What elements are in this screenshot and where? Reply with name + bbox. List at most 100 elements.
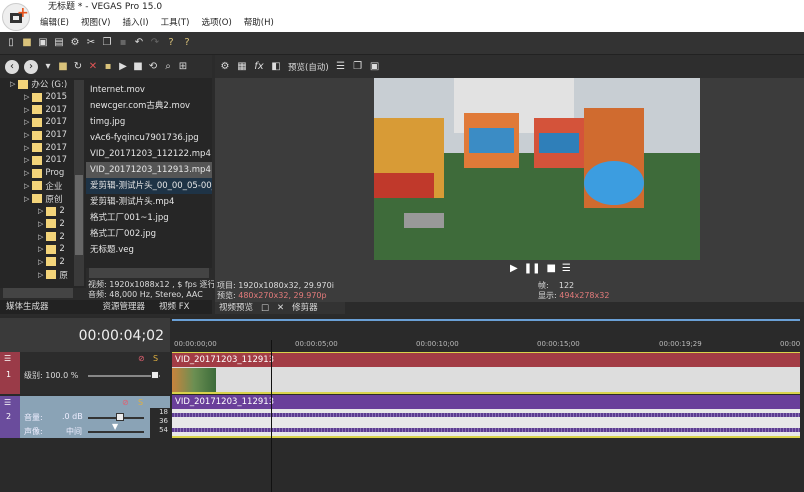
file-item[interactable]: 格式工厂001~1.jpg — [86, 210, 212, 226]
expand-icon[interactable]: ▷ — [24, 156, 29, 164]
audio-track-header[interactable]: ☰2 ⊘ S 音量: .0 dB 声像: 中间 ▼ 18 36 54 — [0, 396, 170, 438]
video-clip[interactable]: VID_20171203_112913 — [172, 352, 800, 394]
preview-quality-dropdown[interactable]: 预览(自动) — [288, 61, 329, 73]
expand-icon[interactable]: ▷ — [38, 245, 43, 253]
render-icon[interactable]: ▤ — [54, 38, 64, 48]
file-list-hscrollbar[interactable] — [89, 268, 209, 278]
playhead-cursor[interactable] — [271, 340, 272, 492]
expand-icon[interactable]: ▷ — [38, 271, 43, 279]
copy-icon[interactable]: ❐ — [102, 38, 112, 48]
up-folder-icon[interactable]: ■ — [58, 62, 68, 72]
back-icon[interactable]: ‹ — [5, 60, 19, 74]
overlays-icon[interactable]: ☰ — [336, 62, 346, 72]
expand-icon[interactable]: ▷ — [24, 182, 29, 190]
solo-icon[interactable]: S — [153, 354, 158, 363]
pan-slider-handle[interactable]: ▼ — [112, 422, 118, 431]
expand-icon[interactable]: ▷ — [24, 118, 29, 126]
tree-item-label: 2017 — [45, 130, 67, 140]
track-menu-icon[interactable]: ☰ — [4, 354, 11, 363]
menu-options[interactable]: 选项(O) — [201, 15, 231, 32]
mute-icon[interactable]: ⊘ — [122, 398, 129, 407]
mute-icon[interactable]: ⊘ — [138, 354, 145, 363]
tab-trimmer[interactable]: 修剪器 — [292, 302, 318, 314]
play-icon[interactable]: ▶ — [118, 62, 128, 72]
menu-icon[interactable]: ☰ — [562, 263, 571, 274]
file-item[interactable]: 格式工厂002.jpg — [86, 226, 212, 242]
track-menu-icon[interactable]: ☰ — [4, 398, 11, 407]
timeline-overview-bar[interactable] — [172, 319, 800, 321]
tree-hscrollbar[interactable] — [3, 288, 73, 298]
layout-icon[interactable]: ⊞ — [178, 62, 188, 72]
play-icon[interactable]: ▶ — [510, 263, 518, 274]
stop-icon[interactable]: ■ — [133, 62, 143, 72]
expand-icon[interactable]: ▷ — [24, 169, 29, 177]
fx-chain-icon[interactable]: ▦ — [237, 62, 247, 72]
menu-edit[interactable]: 编辑(E) — [40, 15, 69, 32]
delete-icon[interactable]: ✕ — [88, 62, 98, 72]
file-item[interactable]: VID_20171203_112122.mp4 — [86, 146, 212, 162]
forward-icon[interactable]: › — [24, 60, 38, 74]
tab-video-preview[interactable]: 视频预览 — [219, 302, 253, 314]
redo-icon[interactable]: ↷ — [150, 38, 160, 48]
expand-icon[interactable]: ▷ — [24, 93, 29, 101]
undo-icon[interactable]: ↶ — [134, 38, 144, 48]
save-snapshot-icon[interactable]: ▣ — [370, 62, 380, 72]
video-track-header[interactable]: ☰1 ⊘ S 级别: 100.0 % — [0, 352, 170, 394]
preview-tabs: 视频预览 □ ✕ 修剪器 — [215, 302, 345, 314]
level-slider-handle[interactable] — [151, 371, 159, 379]
autopreview-icon[interactable]: ⟲ — [148, 62, 158, 72]
menu-help[interactable]: 帮助(H) — [244, 15, 274, 32]
expand-icon[interactable]: ▷ — [38, 207, 43, 215]
gear-icon[interactable]: ⚙ — [70, 38, 80, 48]
new-icon[interactable]: ▯ — [6, 38, 16, 48]
expand-icon[interactable]: ▷ — [24, 106, 29, 114]
expand-icon[interactable]: ▷ — [24, 144, 29, 152]
preview-label: 预览: — [217, 291, 236, 300]
expand-icon[interactable]: ▷ — [38, 258, 43, 266]
copy-snapshot-icon[interactable]: ❐ — [353, 62, 363, 72]
expand-icon[interactable]: ▷ — [24, 131, 29, 139]
views-icon[interactable]: ▾ — [43, 62, 53, 72]
tab-media-generators[interactable]: 媒体生成器 — [6, 300, 49, 314]
file-item[interactable]: Internet.mov — [86, 82, 212, 98]
file-item[interactable]: 爱剪辑-测试片头.mp4 — [86, 194, 212, 210]
paste-icon[interactable]: ▪ — [118, 38, 128, 48]
solo-icon[interactable]: S — [138, 398, 143, 407]
expand-icon[interactable]: ▷ — [38, 220, 43, 228]
open-icon[interactable]: ■ — [22, 38, 32, 48]
time-ruler[interactable]: 00:00:00;00 00:00:05;00 00:00:10;00 00:0… — [172, 340, 800, 352]
file-item[interactable]: vAc6-fyqincu7901736.jpg — [86, 130, 212, 146]
pan-slider[interactable] — [88, 431, 144, 433]
split-screen-icon[interactable]: ◧ — [271, 62, 281, 72]
whats-this-icon[interactable]: ? — [182, 38, 192, 48]
close-icon[interactable]: ✕ — [277, 302, 284, 314]
volume-slider-handle[interactable] — [116, 413, 124, 421]
expand-icon[interactable]: ▷ — [38, 233, 43, 241]
cut-icon[interactable]: ✂ — [86, 38, 96, 48]
level-slider[interactable] — [88, 375, 160, 377]
undock-icon[interactable]: □ — [261, 302, 269, 314]
stop-icon[interactable]: ■ — [546, 263, 555, 274]
file-item[interactable]: VID_20171203_112913.mp4 — [86, 162, 212, 178]
file-item[interactable]: timg.jpg — [86, 114, 212, 130]
menu-view[interactable]: 视图(V) — [81, 15, 110, 32]
tab-explorer[interactable]: 资源管理器 — [103, 300, 146, 314]
expand-icon[interactable]: ▷ — [24, 195, 29, 203]
menu-tools[interactable]: 工具(T) — [161, 15, 190, 32]
menu-insert[interactable]: 插入(I) — [122, 15, 148, 32]
help-icon[interactable]: ? — [166, 38, 176, 48]
tree-scrollbar[interactable] — [74, 80, 84, 286]
audio-clip[interactable]: VID_20171203_112913 — [172, 395, 800, 438]
file-item[interactable]: newcger.com古典2.mov — [86, 98, 212, 114]
pause-icon[interactable]: ❚❚ — [524, 263, 541, 274]
tab-video-fx[interactable]: 视频 FX — [159, 300, 189, 314]
fx-icon[interactable]: fx — [254, 62, 264, 72]
file-item[interactable]: 无标题.veg — [86, 242, 212, 258]
gear-icon[interactable]: ⚙ — [220, 62, 230, 72]
save-icon[interactable]: ▣ — [38, 38, 48, 48]
search-icon[interactable]: ⌕ — [163, 62, 173, 72]
file-item[interactable]: 爱剪辑-测试片头_00_00_05-00_00 — [86, 178, 212, 194]
expand-icon[interactable]: ▷ — [10, 80, 15, 88]
refresh-icon[interactable]: ↻ — [73, 62, 83, 72]
add-icon[interactable]: ▪ — [103, 62, 113, 72]
